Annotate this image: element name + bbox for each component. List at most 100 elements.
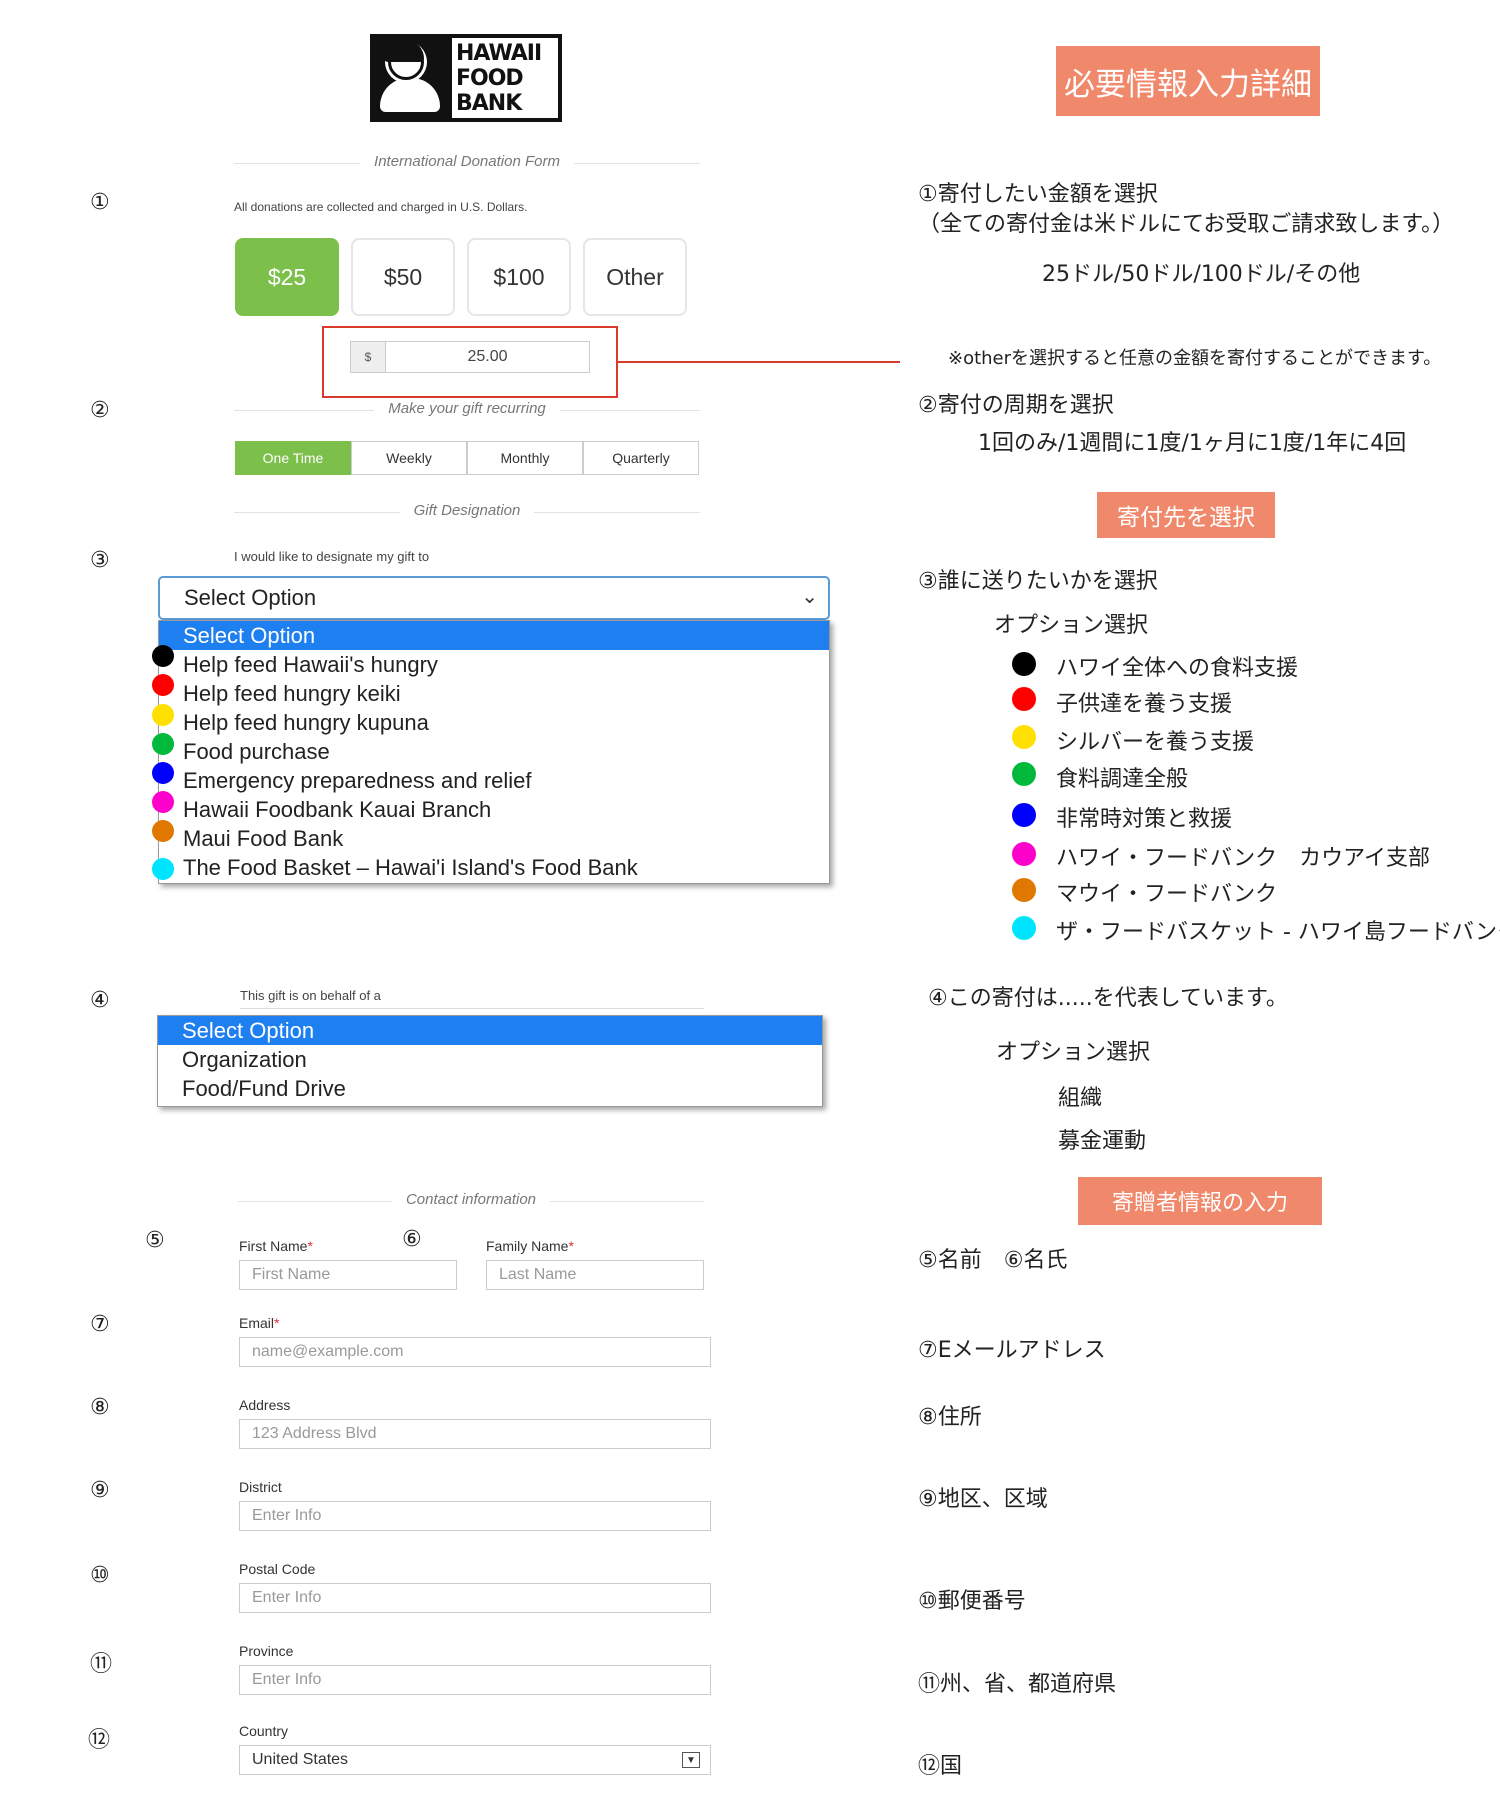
designation-select[interactable]: Select Option ⌄: [158, 576, 830, 620]
item3-option-select: オプション選択: [994, 613, 1149, 638]
item5-6: ⑤名前 ⑥名氏: [918, 1248, 1068, 1273]
step-number-6: ⑥: [402, 1227, 422, 1252]
item1-note: ※otherを選択すると任意の金額を寄付することができます。: [948, 348, 1442, 369]
hawaii-food-bank-logo: HAWAII FOOD BANK: [370, 34, 562, 122]
postal-code-label: Postal Code: [239, 1561, 316, 1577]
step-number-12: ⑫: [88, 1728, 111, 1753]
designation-jp: マウイ・フードバンク: [1056, 882, 1278, 907]
designation-option[interactable]: Help feed hungry keiki: [159, 679, 829, 708]
logo-text: HAWAII FOOD BANK: [452, 38, 558, 118]
frequency-quarterly[interactable]: Quarterly: [583, 441, 699, 475]
designation-dropdown[interactable]: Select Option Help feed Hawaii's hungry …: [158, 620, 830, 884]
item9: ⑨地区、区域: [918, 1487, 1048, 1512]
province-input[interactable]: Enter Info: [239, 1665, 711, 1695]
frequency-weekly[interactable]: Weekly: [351, 441, 467, 475]
first-name-label: First Name*: [239, 1238, 313, 1254]
designation-option[interactable]: Hawaii Foodbank Kauai Branch: [159, 795, 829, 824]
legend-dot: [1012, 803, 1036, 827]
behalf-option[interactable]: Select Option: [158, 1016, 822, 1045]
legend-dot: [1012, 916, 1036, 940]
frequency-one-time[interactable]: One Time: [235, 441, 351, 475]
marker-dot: [152, 858, 174, 880]
designation-option[interactable]: Help feed hungry kupuna: [159, 708, 829, 737]
behalf-option[interactable]: Organization: [158, 1045, 822, 1074]
designation-jp: ザ・フードバスケット - ハワイ島フードバンク: [1056, 920, 1500, 945]
item4-title: ④この寄付は.....を代表しています。: [928, 986, 1288, 1011]
country-select[interactable]: United States ▼: [239, 1745, 711, 1775]
amount-other-button[interactable]: Other: [583, 238, 687, 316]
email-input[interactable]: name@example.com: [239, 1337, 711, 1367]
item8: ⑧住所: [918, 1405, 982, 1430]
chevron-down-icon: ▼: [682, 1752, 700, 1768]
amount-100-button[interactable]: $100: [467, 238, 571, 316]
designation-label: I would like to designate my gift to: [234, 549, 430, 564]
behalf-dropdown[interactable]: Select Option Organization Food/Fund Dri…: [157, 1015, 823, 1107]
designation-option[interactable]: Food purchase: [159, 737, 829, 766]
frequency-monthly[interactable]: Monthly: [467, 441, 583, 475]
email-label: Email*: [239, 1315, 280, 1331]
designation-option[interactable]: The Food Basket – Hawai'i Island's Food …: [159, 853, 829, 882]
designation-jp: ハワイ全体への食料支援: [1056, 656, 1299, 681]
first-name-input[interactable]: First Name: [239, 1260, 457, 1290]
designation-option[interactable]: Select Option: [159, 621, 829, 650]
behalf-label: This gift is on behalf of a: [240, 988, 381, 1003]
marker-dot: [152, 820, 174, 842]
district-label: District: [239, 1479, 282, 1495]
highlight-connector-line: [618, 361, 900, 363]
divider: [240, 1008, 704, 1009]
section-recurring: Make your gift recurring: [234, 400, 700, 420]
marker-dot: [152, 762, 174, 784]
item1-subtitle: （全ての寄付金は米ドルにてお受取ご請求致します。）: [918, 212, 1455, 237]
step-number-8: ⑧: [90, 1395, 110, 1420]
marker-dot: [152, 791, 174, 813]
designation-jp: 子供達を養う支援: [1056, 692, 1233, 717]
designation-jp: 食料調達全般: [1056, 767, 1189, 792]
contact-badge: 寄贈者情報の入力: [1078, 1177, 1322, 1225]
legend-dot: [1012, 878, 1036, 902]
currency-prefix: $: [351, 342, 386, 372]
item11: ⑪州、省、都道府県: [918, 1672, 1117, 1697]
step-number-3: ③: [90, 548, 110, 573]
designation-option[interactable]: Emergency preparedness and relief: [159, 766, 829, 795]
item2-options: 1回のみ/1週間に1度/1ヶ月に1度/1年に4回: [978, 431, 1407, 456]
item3-title: ③誰に送りたいかを選択: [918, 569, 1158, 594]
amount-25-button[interactable]: $25: [235, 238, 339, 316]
item2-title: ②寄付の周期を選択: [918, 393, 1114, 418]
amount-input[interactable]: $ 25.00: [350, 341, 590, 373]
behalf-option[interactable]: Food/Fund Drive: [158, 1074, 822, 1103]
chevron-down-icon: ⌄: [801, 586, 818, 608]
designation-option[interactable]: Help feed Hawaii's hungry: [159, 650, 829, 679]
item1-options: 25ドル/50ドル/100ドル/その他: [1042, 262, 1361, 287]
address-input[interactable]: 123 Address Blvd: [239, 1419, 711, 1449]
step-number-7: ⑦: [90, 1312, 110, 1337]
step-number-1: ①: [90, 190, 110, 215]
section-gift-designation: Gift Designation: [234, 502, 700, 522]
item10: ⑩郵便番号: [918, 1589, 1026, 1614]
country-label: Country: [239, 1723, 289, 1739]
step-number-5: ⑤: [145, 1228, 165, 1253]
family-name-input[interactable]: Last Name: [486, 1260, 704, 1290]
legend-dot: [1012, 725, 1036, 749]
district-input[interactable]: Enter Info: [239, 1501, 711, 1531]
marker-dot: [152, 645, 174, 667]
amount-50-button[interactable]: $50: [351, 238, 455, 316]
address-label: Address: [239, 1397, 291, 1413]
designation-option[interactable]: Maui Food Bank: [159, 824, 829, 853]
family-name-label: Family Name*: [486, 1238, 574, 1254]
legend-dot: [1012, 762, 1036, 786]
designation-jp: ハワイ・フードバンク カウアイ支部: [1056, 846, 1431, 871]
step-number-9: ⑨: [90, 1478, 110, 1503]
section-contact-information: Contact information: [238, 1191, 704, 1211]
amount-value[interactable]: 25.00: [386, 342, 589, 372]
legend-dot: [1012, 687, 1036, 711]
step-number-11: ⑪: [90, 1652, 113, 1677]
marker-dot: [152, 704, 174, 726]
postal-code-input[interactable]: Enter Info: [239, 1583, 711, 1613]
header-badge: 必要情報入力詳細: [1056, 46, 1320, 116]
section-international-donation: International Donation Form: [234, 153, 700, 173]
legend-dot: [1012, 652, 1036, 676]
designation-jp: シルバーを養う支援: [1056, 730, 1255, 755]
step-number-2: ②: [90, 398, 110, 423]
behalf-jp: 組織: [1058, 1086, 1103, 1111]
dollars-note: All donations are collected and charged …: [234, 200, 528, 214]
